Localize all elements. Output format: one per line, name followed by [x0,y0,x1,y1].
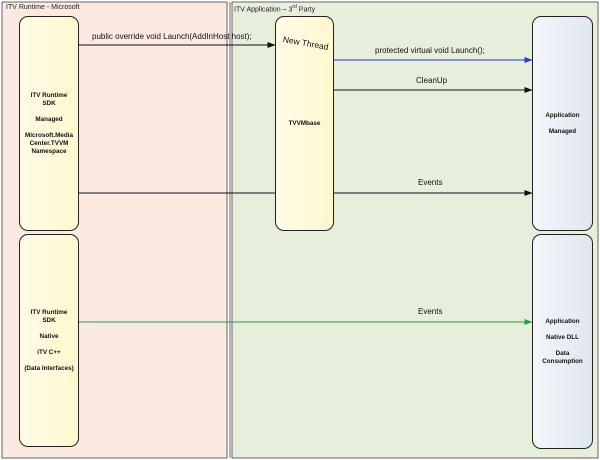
box-text-line: ITV Runtime [30,308,68,316]
box-text-line: TVVMbase [288,119,321,127]
application-managed-box: Application Managed [532,16,593,231]
box-text-line: Native [39,332,59,340]
box-text-line: (Data Interfaces) [24,364,74,372]
box-text-line: Native DLL [546,333,579,341]
label-events-native: Events [418,307,443,316]
runtime-native-box: ITV Runtime SDK Native iTV C++ (Data Interfa… [19,234,79,447]
box-text-line: Application [545,111,580,119]
box-text-line: Managed [548,127,577,135]
label-launch: public override void Launch(AddInHost ho… [92,32,252,41]
box-text-line: iTV C++ [37,348,61,356]
runtime-managed-box: ITV Runtime SDK Managed Microsoft.Media Cent… [19,16,79,231]
box-text-line: Center.TVVM [29,139,69,147]
box-text-line: SDK [42,316,56,324]
label-cleanup: CleanUp [416,76,448,85]
box-text-line: SDK [42,99,56,107]
label-protected-launch: protected virtual void Launch(); [375,46,485,55]
box-text-line: Application [545,317,580,325]
box-text-line: ITV Runtime [30,91,68,99]
zone-left-title: ITV Runtime - Microsoft [6,4,80,11]
architecture-diagram: ITV Runtime - Microsoft ITV Application … [0,0,600,460]
box-text-line: Microsoft.Media [25,131,73,139]
box-text-line: Data [555,349,570,357]
application-native-box: Application Native DLL Data Consumption [532,234,593,449]
box-text-line: Namespace [31,147,67,155]
box-text-line: Managed [35,115,63,123]
box-text-line: Consumption [542,357,583,365]
label-events-managed: Events [418,178,443,187]
zone-right-title: ITV Application – 3rd Party [234,4,316,14]
